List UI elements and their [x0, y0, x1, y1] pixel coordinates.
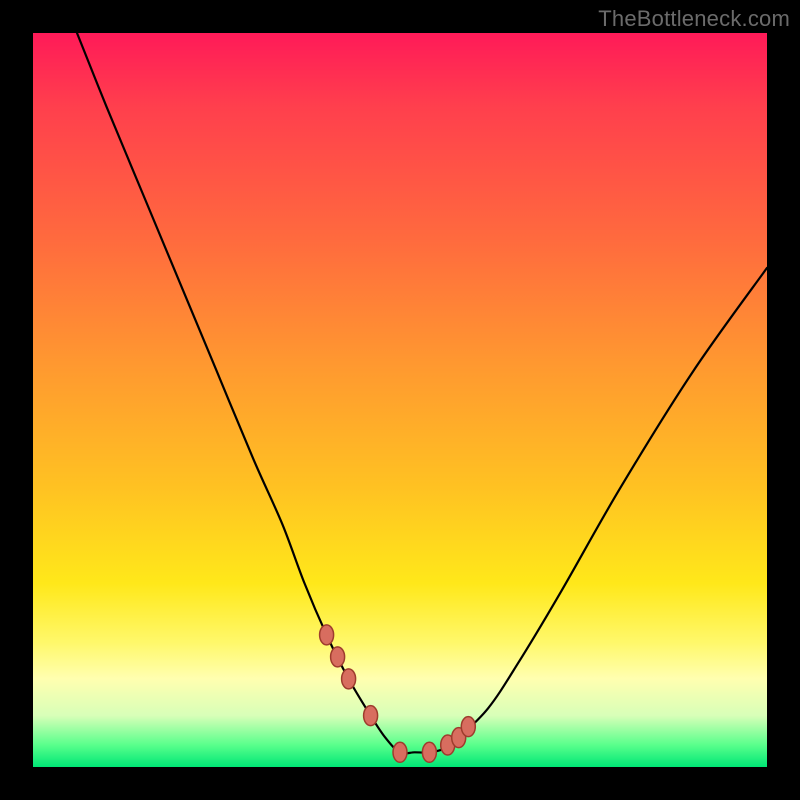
chart-svg: [33, 33, 767, 767]
trough-marker: [331, 647, 345, 667]
trough-marker: [364, 706, 378, 726]
trough-markers: [320, 625, 476, 762]
trough-marker: [342, 669, 356, 689]
watermark-label: TheBottleneck.com: [598, 6, 790, 32]
trough-marker: [393, 742, 407, 762]
trough-marker: [320, 625, 334, 645]
bottleneck-curve: [77, 33, 767, 753]
trough-marker: [461, 717, 475, 737]
chart-frame: TheBottleneck.com: [0, 0, 800, 800]
trough-marker: [422, 742, 436, 762]
plot-area: [33, 33, 767, 767]
